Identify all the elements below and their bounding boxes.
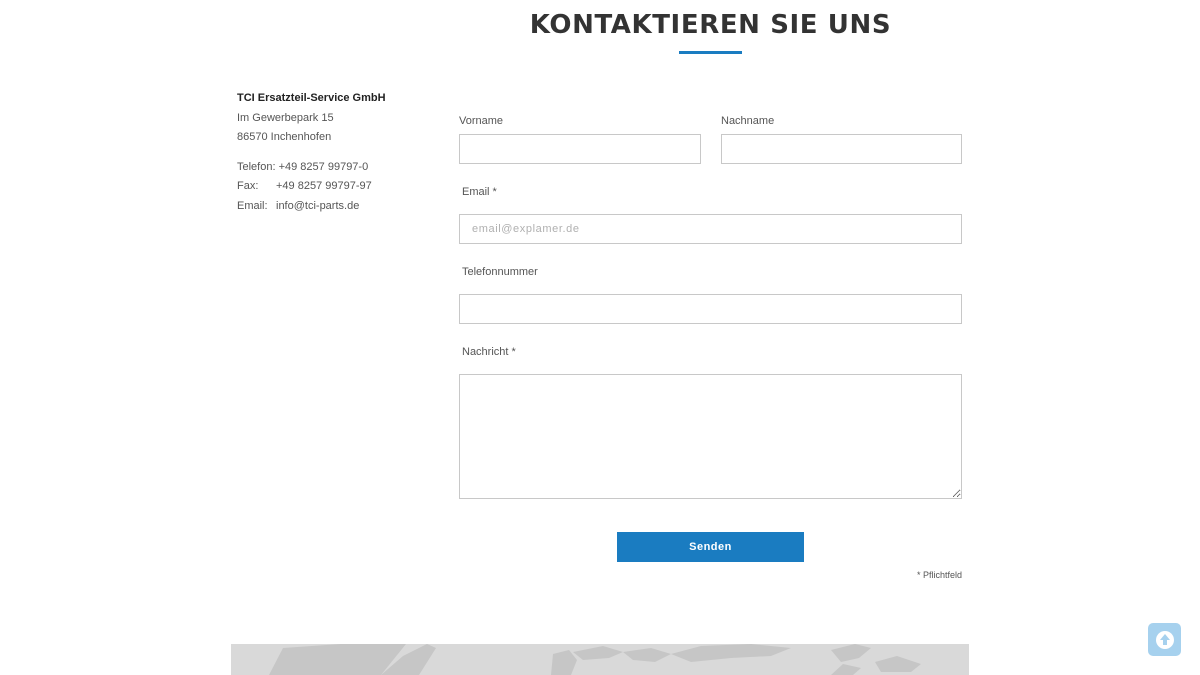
required-note: * Pflichtfeld <box>916 570 962 580</box>
address-city: 86570 Inchenhofen <box>237 131 332 143</box>
firstname-input[interactable] <box>459 134 701 164</box>
phone-value: +49 8257 99797-0 <box>278 161 369 173</box>
scroll-top-button[interactable] <box>1148 623 1181 656</box>
phone-input[interactable] <box>459 294 962 324</box>
world-map <box>231 644 969 675</box>
phone-label: Telefon: <box>237 161 276 173</box>
title-underline <box>679 51 742 54</box>
email-line: Email: info@tci-parts.de <box>237 200 359 212</box>
message-textarea[interactable] <box>459 374 962 499</box>
map-landmass-graphic <box>269 644 921 675</box>
fax-line: Fax: +49 8257 99797-97 <box>237 180 372 192</box>
company-name: TCI Ersatzteil-Service GmbH <box>237 92 386 104</box>
page-title: KONTAKTIEREN SIE UNS <box>529 10 892 40</box>
email-field-label: Email * <box>462 186 497 198</box>
phone-line: Telefon: +49 8257 99797-0 <box>237 161 368 173</box>
email-link[interactable]: info@tci-parts.de <box>276 200 359 212</box>
lastname-label: Nachname <box>721 115 775 127</box>
email-label: Email: <box>237 200 268 212</box>
fax-label: Fax: <box>237 180 259 192</box>
send-button[interactable]: Senden <box>617 532 804 562</box>
lastname-input[interactable] <box>721 134 962 164</box>
fax-value: +49 8257 99797-97 <box>276 180 372 192</box>
message-field-label: Nachricht * <box>462 346 516 358</box>
phone-field-label: Telefonnummer <box>462 266 538 278</box>
address-street: Im Gewerbepark 15 <box>237 112 334 124</box>
firstname-label: Vorname <box>459 115 504 127</box>
arrow-up-circle-icon <box>1155 630 1174 649</box>
email-input[interactable] <box>459 214 962 244</box>
